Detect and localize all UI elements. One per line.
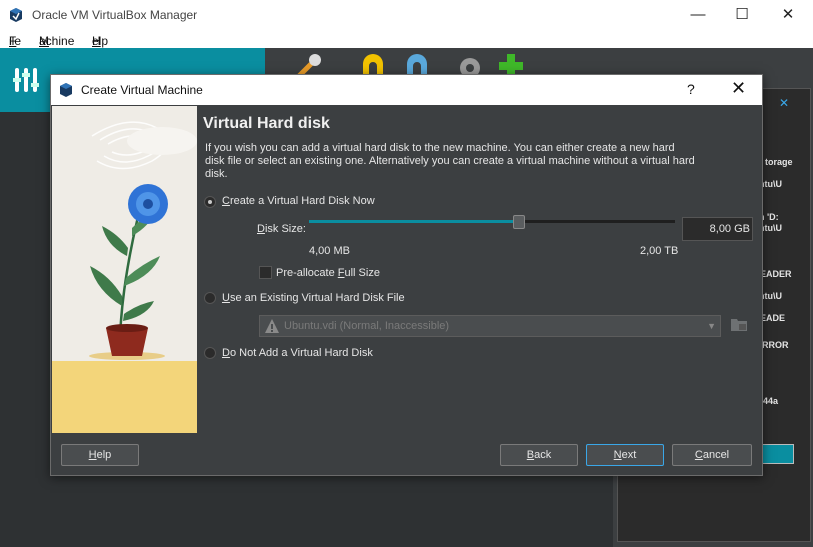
dialog-close-icon[interactable]: ✕ (731, 78, 746, 99)
notification-text: EADE (760, 313, 786, 323)
disk-size-input[interactable]: 8,00 GB (682, 217, 753, 241)
create-disk-radio[interactable] (204, 196, 216, 208)
dialog-titlebar: Create Virtual Machine ? ✕ (51, 75, 762, 105)
virtualbox-logo-icon (60, 83, 72, 97)
disk-size-label: Disk Size: (257, 223, 306, 235)
choose-disk-folder-icon[interactable] (730, 315, 748, 333)
maximize-button[interactable]: ☐ (719, 0, 765, 30)
tools-icon (13, 68, 39, 92)
warning-icon (265, 319, 279, 333)
plant-illustration (52, 106, 197, 433)
slider-max-label: 2,00 TB (640, 245, 679, 257)
slider-fill (309, 220, 518, 223)
disk-size-slider-handle[interactable] (512, 215, 525, 229)
back-button[interactable]: Back (500, 444, 578, 466)
chevron-down-icon: ▼ (707, 321, 716, 331)
cancel-button[interactable]: Cancel (672, 444, 752, 466)
window-titlebar: Oracle VM VirtualBox Manager — ☐ ✕ (0, 0, 813, 30)
existing-disk-select[interactable]: Ubuntu.vdi (Normal, Inaccessible) ▼ (259, 315, 721, 337)
close-window-button[interactable]: ✕ (765, 0, 811, 30)
disk-size-slider[interactable] (309, 220, 675, 223)
help-button[interactable]: Help (61, 444, 139, 466)
minimize-button[interactable]: — (675, 0, 721, 30)
create-vm-dialog: Create Virtual Machine ? ✕ Virtual Hard … (50, 74, 763, 476)
dialog-help-icon[interactable]: ? (687, 81, 695, 97)
page-heading: Virtual Hard disk (203, 115, 330, 132)
use-existing-radio[interactable] (204, 292, 216, 304)
preallocate-checkbox[interactable] (259, 266, 272, 279)
page-description: If you wish you can add a virtual hard d… (205, 142, 695, 180)
next-button[interactable]: Next (586, 444, 664, 466)
notification-text: torage (765, 157, 793, 167)
notification-text: RROR (762, 340, 789, 350)
no-disk-label[interactable]: Do Not Add a Virtual Hard Disk (222, 347, 373, 359)
preallocate-label[interactable]: Pre-allocate Full Size (276, 267, 380, 279)
menu-bar: File Machine Help (0, 30, 813, 48)
no-disk-radio[interactable] (204, 347, 216, 359)
slider-min-label: 4,00 MB (309, 245, 350, 257)
create-disk-label[interactable]: Create a Virtual Hard Disk Now (222, 195, 375, 207)
notification-action-button[interactable] (758, 444, 794, 464)
use-existing-label[interactable]: Use an Existing Virtual Hard Disk File (222, 292, 405, 304)
window-title: Oracle VM VirtualBox Manager (32, 8, 198, 22)
wizard-illustration (52, 106, 197, 433)
existing-disk-value: Ubuntu.vdi (Normal, Inaccessible) (284, 320, 450, 332)
dialog-title: Create Virtual Machine (81, 83, 203, 97)
notification-close-icon[interactable]: ✕ (779, 96, 789, 110)
notification-text: EADER (760, 269, 792, 279)
virtualbox-logo-icon (10, 8, 22, 22)
